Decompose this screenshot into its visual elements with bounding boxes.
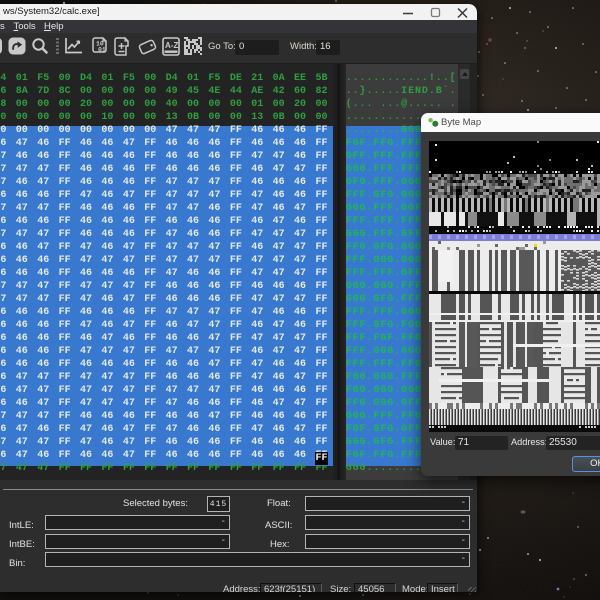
- svg-text:01: 01: [98, 47, 106, 54]
- svg-text:A-Z: A-Z: [165, 41, 178, 50]
